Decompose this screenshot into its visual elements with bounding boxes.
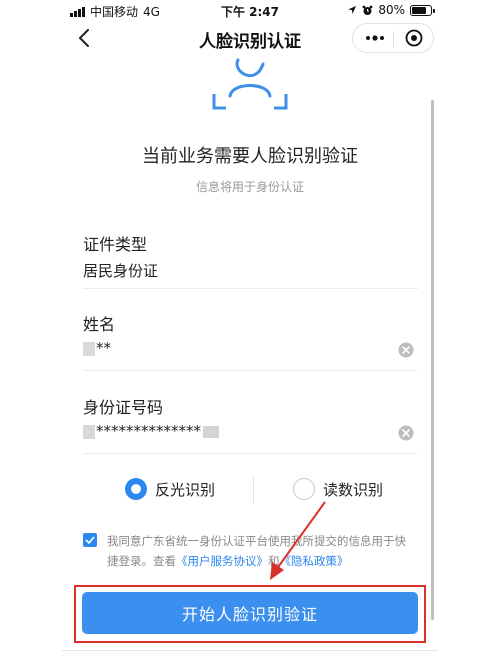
divider xyxy=(83,370,418,371)
name-value: ** xyxy=(96,339,111,357)
privacy-policy-link[interactable]: 《隐私政策》 xyxy=(280,554,349,568)
radio-read-digits-label: 读数识别 xyxy=(323,480,384,499)
id-number-label: 身份证号码 xyxy=(83,398,164,417)
recognition-mode-group: 反光识别 读数识别 xyxy=(83,472,418,506)
id-type-value[interactable]: 居民身份证 xyxy=(83,260,158,281)
id-type-label: 证件类型 xyxy=(83,235,148,254)
battery-percent: 80% xyxy=(378,3,405,17)
radio-divider xyxy=(253,476,254,504)
battery-icon xyxy=(410,4,435,16)
status-bar: 中国移动 4G 下午 2:47 80% xyxy=(0,0,500,20)
mini-program-capsule xyxy=(352,23,434,53)
id-number-value: ************** xyxy=(96,422,201,440)
more-dots-icon xyxy=(366,35,384,41)
agreement-checkbox[interactable] xyxy=(83,533,97,547)
agreement-conjunction: 和 xyxy=(268,554,280,568)
service-agreement-link[interactable]: 《用户服务协议》 xyxy=(176,554,268,568)
redacted-mask xyxy=(83,341,95,356)
bottom-divider xyxy=(62,650,438,651)
battery-fill xyxy=(412,6,426,14)
divider xyxy=(83,288,418,289)
exit-button[interactable] xyxy=(399,24,429,52)
name-label: 姓名 xyxy=(83,315,116,334)
id-number-input[interactable]: ************** xyxy=(83,422,219,440)
radio-reflect[interactable]: 反光识别 xyxy=(125,472,215,506)
divider xyxy=(83,453,418,454)
redacted-mask xyxy=(83,424,95,439)
alarm-icon xyxy=(362,5,373,15)
redacted-mask xyxy=(203,425,219,438)
radio-checked-icon xyxy=(125,478,147,500)
agreement-text: 我同意广东省统一身份认证平台使用我所提交的信息用于快捷登录。查看《用户服务协议》… xyxy=(107,531,417,571)
radio-read-digits[interactable]: 读数识别 xyxy=(293,472,383,506)
check-icon xyxy=(85,536,95,544)
target-close-icon xyxy=(405,29,423,47)
capsule-divider xyxy=(393,31,394,47)
nav-bar: 人脸识别认证 xyxy=(0,20,500,56)
radio-unchecked-icon xyxy=(293,478,315,500)
clear-id-number-icon[interactable] xyxy=(398,425,414,441)
verification-headline: 当前业务需要人脸识别验证 xyxy=(142,146,358,167)
location-icon xyxy=(348,6,357,14)
verification-subline: 信息将用于身份认证 xyxy=(195,180,304,194)
more-button[interactable] xyxy=(360,24,390,52)
clear-name-icon[interactable] xyxy=(398,342,414,358)
start-face-verification-button[interactable]: 开始人脸识别验证 xyxy=(82,592,418,634)
name-input[interactable]: ** xyxy=(83,339,111,357)
status-right: 80% xyxy=(347,3,435,17)
radio-reflect-label: 反光识别 xyxy=(155,480,216,499)
face-scan-icon xyxy=(212,58,288,110)
